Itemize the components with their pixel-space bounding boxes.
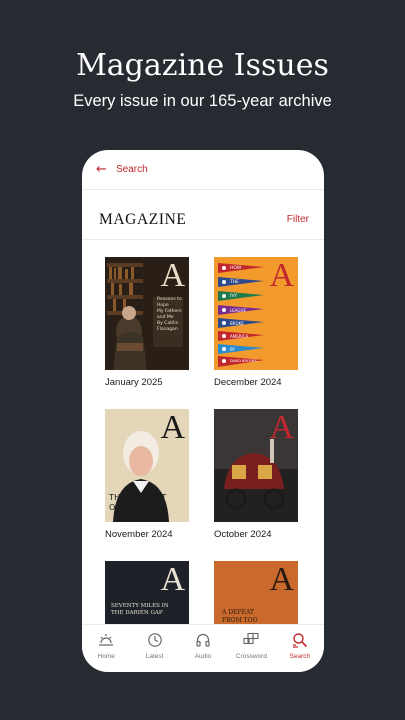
sunrise-icon: [99, 634, 114, 646]
cover-masthead: A: [269, 561, 294, 598]
phone-frame: ← Search MAGAZINE Filter A Reasons to Ho…: [82, 150, 324, 672]
pennant-text: IVY: [230, 294, 238, 299]
pennant-text: DAVID BROOKS: [230, 359, 257, 363]
issue-date-label: October 2024: [214, 529, 272, 540]
cover-headline: THE MOMENT OF TRUTH: [109, 493, 167, 512]
cover-masthead: A: [160, 561, 185, 598]
issue-card-november-2024[interactable]: A THE MOMENT OF TRUTH November 2024: [105, 409, 189, 540]
issue-date-label: December 2024: [214, 377, 282, 388]
tab-label: Audio: [194, 653, 212, 660]
tab-home[interactable]: Home: [82, 625, 130, 672]
issue-date-label: January 2025: [105, 377, 163, 388]
tab-label: Crossword: [235, 653, 267, 660]
pennant-text: LEAGUE: [230, 308, 246, 313]
back-to-search-bar[interactable]: ← Search: [82, 150, 324, 190]
pennant-text: BROKE: [230, 321, 244, 326]
magazine-header: MAGAZINE Filter: [82, 200, 324, 240]
issue-card-october-2024[interactable]: A October 2024: [214, 409, 298, 540]
pennant-text: THE: [230, 280, 239, 285]
issue-card-december-2024[interactable]: A HOW THE IVY LEAGUE BROKE AMERICA BY DA…: [214, 257, 298, 388]
bottom-tab-bar: Home Latest Audio Crossword Search: [82, 624, 324, 672]
issue-cover-november-2024[interactable]: A THE MOMENT OF TRUTH: [105, 409, 189, 522]
tab-label: Home: [97, 653, 115, 660]
issue-cover-october-2024[interactable]: A: [214, 409, 298, 522]
back-arrow-icon[interactable]: ←: [96, 162, 112, 177]
issue-card-january-2025[interactable]: A Reasons to Hope My Fathers and Me By Cai…: [105, 257, 189, 388]
pennant-text: HOW: [230, 266, 242, 271]
cover-masthead: A: [160, 409, 185, 446]
cover-headline: Reasons to Hope My Fathers and Me By Caitl…: [157, 297, 182, 332]
cover-masthead: A: [160, 257, 185, 294]
tab-label: Latest: [145, 653, 164, 660]
tab-label: Search: [289, 653, 311, 660]
issue-cover-january-2025[interactable]: A Reasons to Hope My Fathers and Me By Cai…: [105, 257, 189, 370]
back-search-label[interactable]: Search: [116, 164, 148, 175]
cover-headline: SEVENTY MILES IN THE DARIÉN GAP: [111, 603, 169, 616]
tab-latest[interactable]: Latest: [130, 625, 178, 672]
search-icon: [292, 633, 307, 648]
cover-headline: A DEFEAT FROM TOO: [222, 609, 258, 624]
promo-subtitle: Every issue in our 165-year archive: [73, 92, 332, 110]
pennant-text: BY: [230, 347, 235, 352]
magazine-title: MAGAZINE: [99, 210, 187, 228]
tab-crossword[interactable]: Crossword: [227, 625, 275, 672]
issue-cover-december-2024[interactable]: A HOW THE IVY LEAGUE BROKE AMERICA BY DA…: [214, 257, 298, 370]
issue-date-label: November 2024: [105, 529, 173, 540]
tab-search[interactable]: Search: [276, 625, 324, 672]
tab-audio[interactable]: Audio: [179, 625, 227, 672]
pennant-text: AMERICA: [230, 334, 249, 339]
filter-button[interactable]: Filter: [287, 214, 309, 225]
headphones-icon: [196, 633, 210, 647]
cover-masthead: A: [269, 409, 294, 446]
crossword-icon: [243, 632, 259, 645]
clock-icon: [147, 633, 162, 647]
cover-masthead: A: [269, 257, 294, 294]
promo-title: Magazine Issues: [76, 48, 329, 83]
